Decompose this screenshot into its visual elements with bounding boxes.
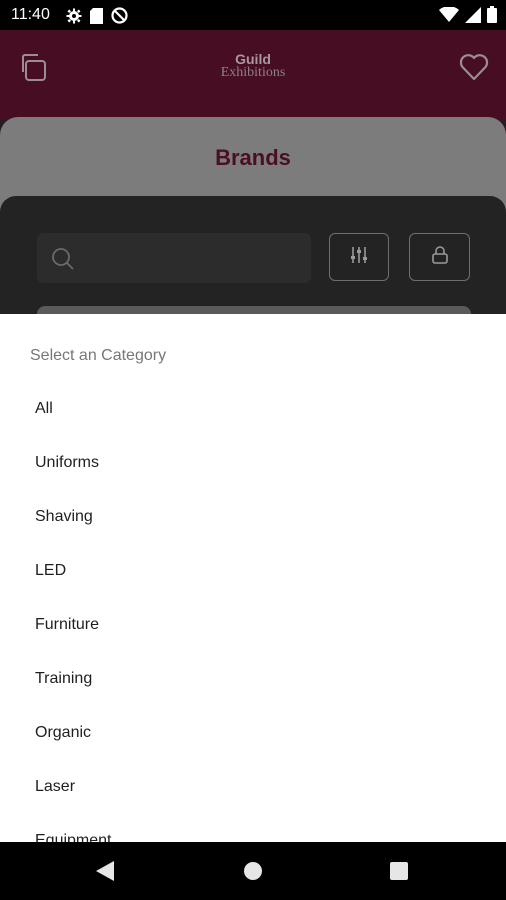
- app-header: Guild Exhibitions: [0, 30, 506, 120]
- do-not-disturb-icon: [111, 7, 128, 24]
- sd-card-icon: [90, 7, 103, 24]
- sheet-title: Select an Category: [30, 347, 167, 364]
- screen: 11:40 Guild Exhibitions Brands Select an…: [0, 0, 506, 900]
- category-item-uniforms[interactable]: Uniforms: [0, 436, 506, 490]
- logo-line1: Guild: [235, 51, 271, 67]
- category-list: All Uniforms Shaving LED Furniture Train…: [0, 382, 506, 842]
- category-item-equipment[interactable]: Equipment: [0, 814, 506, 842]
- battery-icon: [487, 6, 497, 23]
- back-icon[interactable]: [96, 861, 114, 886]
- category-item-organic[interactable]: Organic: [0, 706, 506, 760]
- app-logo: Guild Exhibitions: [221, 52, 286, 80]
- search-input[interactable]: [37, 233, 311, 283]
- category-bottom-sheet: Select an Category All Uniforms Shaving …: [0, 314, 506, 842]
- status-right-icons: [439, 6, 497, 23]
- brands-toolbar-panel: [0, 196, 506, 326]
- sliders-icon: [349, 245, 369, 270]
- status-left-icons: [66, 7, 128, 24]
- category-item-led[interactable]: LED: [0, 544, 506, 598]
- category-item-training[interactable]: Training: [0, 652, 506, 706]
- status-bar: 11:40: [0, 0, 506, 30]
- category-item-furniture[interactable]: Furniture: [0, 598, 506, 652]
- logo-line2: Exhibitions: [220, 65, 286, 80]
- home-icon[interactable]: [244, 862, 262, 885]
- heart-icon[interactable]: [459, 53, 489, 86]
- category-item-all[interactable]: All: [0, 382, 506, 436]
- cell-signal-icon: [465, 6, 481, 23]
- filter-button[interactable]: [329, 233, 389, 281]
- category-item-laser[interactable]: Laser: [0, 760, 506, 814]
- copy-icon[interactable]: [18, 52, 48, 87]
- category-item-shaving[interactable]: Shaving: [0, 490, 506, 544]
- settings-gear-icon: [66, 8, 82, 24]
- bag-button[interactable]: [409, 233, 470, 281]
- wifi-icon: [439, 6, 459, 23]
- page-title: Brands: [215, 145, 291, 170]
- bag-icon: [430, 245, 450, 270]
- recents-icon[interactable]: [390, 862, 408, 885]
- system-nav-bar: [0, 842, 506, 900]
- status-time: 11:40: [11, 6, 50, 23]
- search-icon: [51, 247, 75, 276]
